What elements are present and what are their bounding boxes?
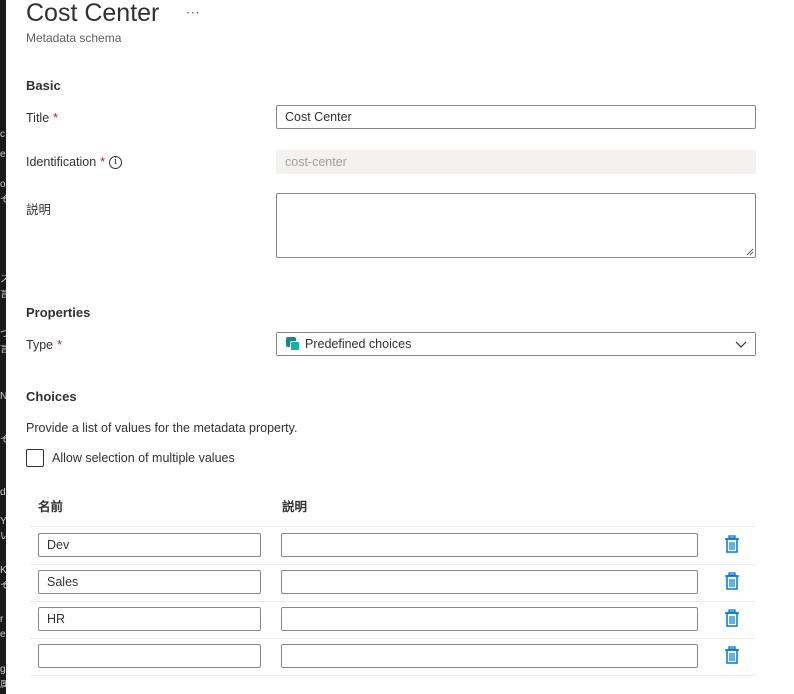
- edge-glyph: r: [0, 615, 4, 625]
- edge-glyph: d: [0, 488, 6, 498]
- edge-glyph: c: [0, 130, 5, 140]
- column-header-description: 説明: [282, 500, 308, 514]
- choices-section-heading: Choices: [26, 389, 77, 404]
- properties-section-heading: Properties: [26, 305, 91, 320]
- basic-section-heading: Basic: [26, 78, 61, 93]
- delete-icon[interactable]: [724, 572, 740, 590]
- row-divider: [30, 526, 756, 527]
- required-asterisk: *: [53, 111, 59, 125]
- identification-field-label: Identification * i: [26, 155, 123, 169]
- choice-description-input[interactable]: [281, 570, 698, 594]
- choices-description: Provide a list of values for the metadat…: [26, 421, 298, 435]
- row-divider: [30, 564, 756, 565]
- title-input[interactable]: Cost Center: [276, 105, 756, 129]
- more-options-button[interactable]: ···: [186, 6, 200, 20]
- edge-glyph: e: [0, 150, 6, 160]
- required-asterisk: *: [100, 155, 106, 169]
- edge-glyph: そ: [0, 581, 6, 591]
- type-field-label: Type *: [26, 338, 62, 352]
- choice-description-input[interactable]: [281, 644, 698, 668]
- edge-glyph: e: [0, 630, 6, 640]
- edge-glyph: そ: [0, 195, 6, 205]
- edge-glyph: 言: [0, 290, 6, 300]
- left-panel-edge-text: c e o そ ス 言 つ 言 N そ d Y い K そ r e g 属: [0, 0, 6, 694]
- edge-glyph: 言: [0, 345, 6, 355]
- edge-glyph: 属: [0, 680, 6, 690]
- resize-handle-icon[interactable]: [746, 248, 754, 256]
- required-asterisk: *: [57, 338, 62, 352]
- type-dropdown-value: Predefined choices: [305, 337, 412, 351]
- predefined-choices-icon: [285, 336, 301, 352]
- choice-name-input[interactable]: HR: [38, 607, 261, 631]
- edge-glyph: つ: [0, 330, 6, 340]
- title-label-text: Title: [26, 111, 50, 125]
- delete-icon[interactable]: [724, 535, 740, 553]
- edge-glyph: い: [0, 532, 6, 542]
- description-textarea[interactable]: [276, 193, 756, 258]
- edge-glyph: ス: [0, 275, 6, 285]
- identification-input: cost-center: [276, 150, 756, 174]
- description-field-label: 説明: [26, 199, 51, 218]
- row-divider: [30, 675, 756, 676]
- edge-glyph: Y: [0, 517, 6, 527]
- delete-icon[interactable]: [724, 609, 740, 627]
- allow-multiple-label[interactable]: Allow selection of multiple values: [52, 451, 235, 465]
- info-icon[interactable]: i: [109, 155, 123, 169]
- type-label-text: Type: [26, 338, 54, 352]
- row-divider: [30, 638, 756, 639]
- title-field-label: Title *: [26, 111, 58, 125]
- choice-name-input[interactable]: Sales: [38, 570, 261, 594]
- choice-name-input[interactable]: [38, 644, 261, 668]
- column-header-name: 名前: [38, 500, 64, 514]
- choice-name-input[interactable]: Dev: [38, 533, 261, 557]
- page-title: Cost Center: [26, 0, 160, 27]
- delete-icon[interactable]: [724, 646, 740, 664]
- edge-glyph: o: [0, 180, 6, 190]
- row-divider: [30, 601, 756, 602]
- page-subtitle: Metadata schema: [26, 31, 122, 45]
- edge-glyph: そ: [0, 435, 6, 445]
- edge-glyph: K: [0, 566, 6, 576]
- edge-glyph: g: [0, 665, 6, 675]
- choice-description-input[interactable]: [281, 533, 698, 557]
- description-label-text: 説明: [26, 203, 52, 217]
- edge-glyph: N: [0, 392, 6, 402]
- identification-label-text: Identification: [26, 155, 97, 169]
- choice-description-input[interactable]: [281, 607, 698, 631]
- chevron-down-icon: [735, 341, 747, 348]
- allow-multiple-checkbox[interactable]: [26, 449, 44, 467]
- type-dropdown[interactable]: Predefined choices: [276, 332, 756, 356]
